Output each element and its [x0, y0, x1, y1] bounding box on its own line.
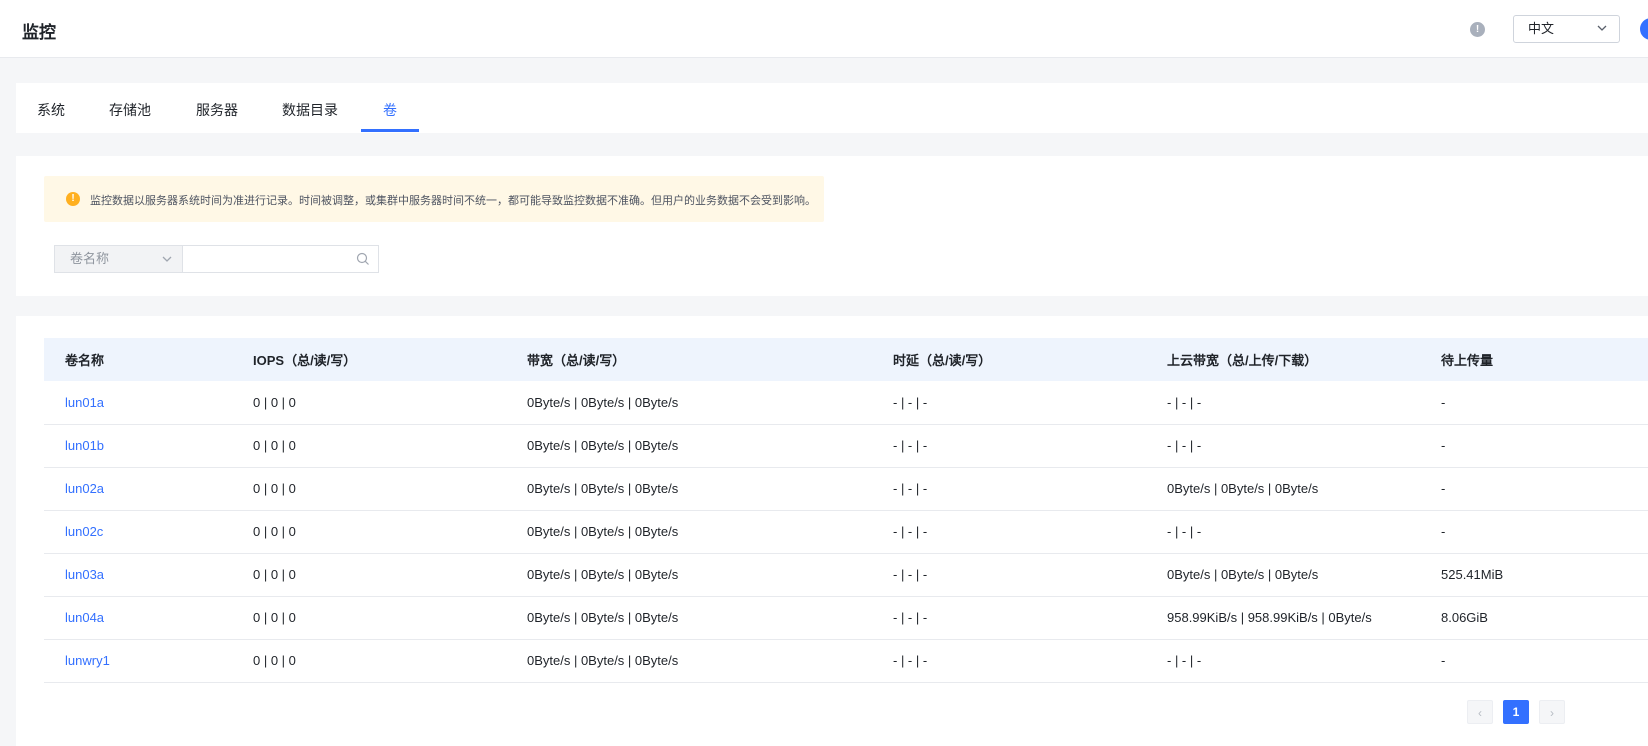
search-field-select[interactable]: 卷名称 — [54, 245, 182, 273]
notice-banner: ! 监控数据以服务器系统时间为准进行记录。时间被调整，或集群中服务器时间不统一，… — [44, 176, 824, 222]
search-input[interactable] — [191, 246, 351, 272]
pagination-prev-button[interactable]: ‹ — [1467, 700, 1493, 724]
cell-latency: - | - | - — [872, 381, 1146, 425]
cell-cloud-bandwidth: - | - | - — [1146, 510, 1420, 554]
cell-cloud-bandwidth: 958.99KiB/s | 958.99KiB/s | 0Byte/s — [1146, 596, 1420, 640]
cell-bandwidth: 0Byte/s | 0Byte/s | 0Byte/s — [506, 596, 872, 640]
page-title: 监控 — [22, 23, 56, 42]
column-header-bandwidth[interactable]: 带宽（总/读/写） — [506, 338, 872, 381]
cell-bandwidth: 0Byte/s | 0Byte/s | 0Byte/s — [506, 553, 872, 597]
cell-cloud-bandwidth: - | - | - — [1146, 424, 1420, 468]
cell-pending-upload: - — [1420, 381, 1648, 425]
cell-cloud-bandwidth: - | - | - — [1146, 639, 1420, 683]
pagination-next-button[interactable]: › — [1539, 700, 1565, 724]
cell-volume-name[interactable]: lun02c — [44, 510, 232, 554]
cell-pending-upload: - — [1420, 424, 1648, 468]
cell-latency: - | - | - — [872, 424, 1146, 468]
cell-iops: 0 | 0 | 0 — [232, 639, 506, 683]
cell-iops: 0 | 0 | 0 — [232, 553, 506, 597]
cell-cloud-bandwidth: 0Byte/s | 0Byte/s | 0Byte/s — [1146, 467, 1420, 511]
cell-iops: 0 | 0 | 0 — [232, 424, 506, 468]
chevron-down-icon — [1597, 25, 1607, 31]
notice-text: 监控数据以服务器系统时间为准进行记录。时间被调整，或集群中服务器时间不统一，都可… — [90, 195, 816, 207]
cell-cloud-bandwidth: 0Byte/s | 0Byte/s | 0Byte/s — [1146, 553, 1420, 597]
cell-pending-upload: - — [1420, 467, 1648, 511]
filter-panel: ! 监控数据以服务器系统时间为准进行记录。时间被调整，或集群中服务器时间不统一，… — [16, 156, 1648, 296]
tab-storage-pool[interactable]: 存储池 — [109, 100, 151, 120]
language-select-value: 中文 — [1528, 21, 1555, 36]
cell-latency: - | - | - — [872, 510, 1146, 554]
tab-bar: 系统 存储池 服务器 数据目录 卷 — [16, 83, 1648, 133]
table-row: lun01b 0 | 0 | 0 0Byte/s | 0Byte/s | 0Byte… — [44, 424, 1648, 468]
avatar[interactable] — [1640, 18, 1648, 40]
cell-bandwidth: 0Byte/s | 0Byte/s | 0Byte/s — [506, 467, 872, 511]
table-row: lun03a 0 | 0 | 0 0Byte/s | 0Byte/s | 0Byte… — [44, 553, 1648, 597]
column-header-iops[interactable]: IOPS（总/读/写） — [232, 338, 506, 381]
tab-volume[interactable]: 卷 — [383, 100, 397, 120]
column-header-latency[interactable]: 时延（总/读/写） — [872, 338, 1146, 381]
cell-pending-upload: 8.06GiB — [1420, 596, 1648, 640]
cell-bandwidth: 0Byte/s | 0Byte/s | 0Byte/s — [506, 424, 872, 468]
cell-pending-upload: 525.41MiB — [1420, 553, 1648, 597]
cell-bandwidth: 0Byte/s | 0Byte/s | 0Byte/s — [506, 381, 872, 425]
cell-bandwidth: 0Byte/s | 0Byte/s | 0Byte/s — [506, 639, 872, 683]
table-row: lunwry1 0 | 0 | 0 0Byte/s | 0Byte/s | 0Byt… — [44, 639, 1648, 683]
table-panel: 卷名称 IOPS（总/读/写） 带宽（总/读/写） 时延（总/读/写） 上云带宽… — [16, 316, 1648, 746]
cell-volume-name[interactable]: lunwry1 — [44, 639, 232, 683]
pagination-page-1[interactable]: 1 — [1503, 700, 1529, 724]
cell-iops: 0 | 0 | 0 — [232, 510, 506, 554]
cell-volume-name[interactable]: lun02a — [44, 467, 232, 511]
cell-bandwidth: 0Byte/s | 0Byte/s | 0Byte/s — [506, 510, 872, 554]
cell-latency: - | - | - — [872, 639, 1146, 683]
column-header-cloud-bandwidth[interactable]: 上云带宽（总/上传/下载） — [1146, 338, 1420, 381]
table-row: lun02c 0 | 0 | 0 0Byte/s | 0Byte/s | 0Byte… — [44, 510, 1648, 554]
table-header-row: 卷名称 IOPS（总/读/写） 带宽（总/读/写） 时延（总/读/写） 上云带宽… — [44, 338, 1648, 381]
search-field-select-value: 卷名称 — [70, 251, 110, 266]
table-row: lun04a 0 | 0 | 0 0Byte/s | 0Byte/s | 0Byte… — [44, 596, 1648, 640]
cell-volume-name[interactable]: lun04a — [44, 596, 232, 640]
cell-pending-upload: - — [1420, 639, 1648, 683]
column-header-volume-name[interactable]: 卷名称 — [44, 338, 232, 381]
tab-system[interactable]: 系统 — [37, 100, 65, 120]
top-bar: 监控 ! 中文 — [0, 0, 1648, 58]
language-select[interactable]: 中文 — [1513, 15, 1620, 43]
chevron-down-icon — [162, 256, 172, 262]
active-tab-indicator — [361, 129, 419, 132]
tab-server[interactable]: 服务器 — [196, 100, 238, 120]
table-row: lun02a 0 | 0 | 0 0Byte/s | 0Byte/s | 0Byte… — [44, 467, 1648, 511]
volume-monitor-table: 卷名称 IOPS（总/读/写） 带宽（总/读/写） 时延（总/读/写） 上云带宽… — [44, 338, 1648, 683]
search-box — [182, 245, 379, 273]
warning-icon: ! — [66, 192, 80, 206]
cell-volume-name[interactable]: lun01b — [44, 424, 232, 468]
help-icon[interactable]: ! — [1470, 22, 1485, 37]
cell-latency: - | - | - — [872, 553, 1146, 597]
search-icon[interactable] — [356, 252, 370, 266]
tab-data-directory[interactable]: 数据目录 — [282, 100, 338, 120]
cell-iops: 0 | 0 | 0 — [232, 467, 506, 511]
cell-latency: - | - | - — [872, 596, 1146, 640]
cell-iops: 0 | 0 | 0 — [232, 596, 506, 640]
cell-volume-name[interactable]: lun03a — [44, 553, 232, 597]
cell-iops: 0 | 0 | 0 — [232, 381, 506, 425]
table-row: lun01a 0 | 0 | 0 0Byte/s | 0Byte/s | 0Byte… — [44, 381, 1648, 425]
cell-volume-name[interactable]: lun01a — [44, 381, 232, 425]
cell-cloud-bandwidth: - | - | - — [1146, 381, 1420, 425]
cell-pending-upload: - — [1420, 510, 1648, 554]
cell-latency: - | - | - — [872, 467, 1146, 511]
column-header-pending-upload[interactable]: 待上传量 — [1420, 338, 1648, 381]
